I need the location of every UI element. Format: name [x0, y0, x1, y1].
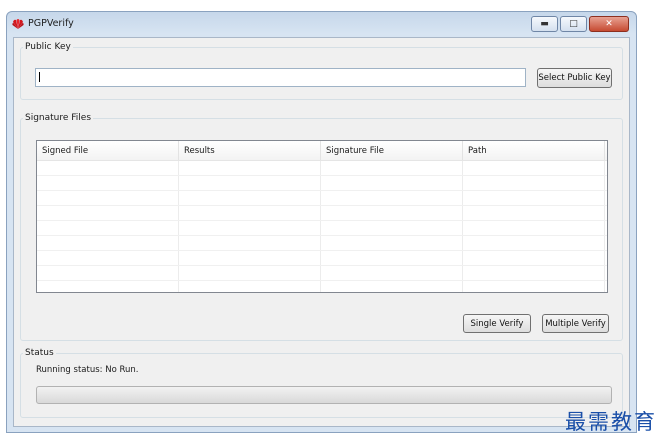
window-title: PGPVerify: [28, 18, 74, 29]
signature-files-label: Signature Files: [25, 113, 92, 123]
column-header-results[interactable]: Results: [179, 141, 321, 160]
maximize-icon: □: [569, 19, 578, 29]
title-bar[interactable]: PGPVerify ▬ □ ✕: [7, 12, 636, 36]
progress-bar: [36, 386, 612, 404]
table-row: [37, 191, 607, 206]
client-area: Public Key Select Public Key Signature F…: [13, 37, 630, 427]
status-group: Status: [20, 348, 623, 418]
watermark-text: 最需教育: [565, 410, 657, 434]
app-window: PGPVerify ▬ □ ✕ Public Key Select Public…: [6, 11, 637, 433]
table-row: [37, 251, 607, 266]
signature-files-table[interactable]: Signed File Results Signature File Path: [36, 140, 608, 293]
column-header-signature-file[interactable]: Signature File: [321, 141, 463, 160]
public-key-label: Public Key: [25, 42, 71, 52]
close-icon: ✕: [605, 19, 613, 29]
status-label: Status: [25, 348, 54, 358]
table-row: [37, 161, 607, 176]
column-header-path[interactable]: Path: [463, 141, 605, 160]
select-public-key-button[interactable]: Select Public Key: [537, 68, 612, 88]
multiple-verify-button[interactable]: Multiple Verify: [542, 314, 609, 333]
column-header-signed-file[interactable]: Signed File: [37, 141, 179, 160]
table-row: [37, 281, 607, 292]
table-row: [37, 176, 607, 191]
minimize-button[interactable]: ▬: [531, 16, 558, 32]
single-verify-button[interactable]: Single Verify: [463, 314, 531, 333]
huawei-logo-icon: [12, 19, 24, 29]
maximize-button[interactable]: □: [560, 16, 587, 32]
minimize-icon: ▬: [540, 19, 549, 29]
table-row: [37, 266, 607, 281]
running-status-text: Running status: No Run.: [36, 365, 139, 375]
table-row: [37, 206, 607, 221]
text-caret: [39, 72, 40, 82]
public-key-input[interactable]: [35, 68, 526, 87]
table-header: Signed File Results Signature File Path: [37, 141, 607, 161]
table-row: [37, 221, 607, 236]
table-row: [37, 236, 607, 251]
close-button[interactable]: ✕: [589, 16, 629, 32]
